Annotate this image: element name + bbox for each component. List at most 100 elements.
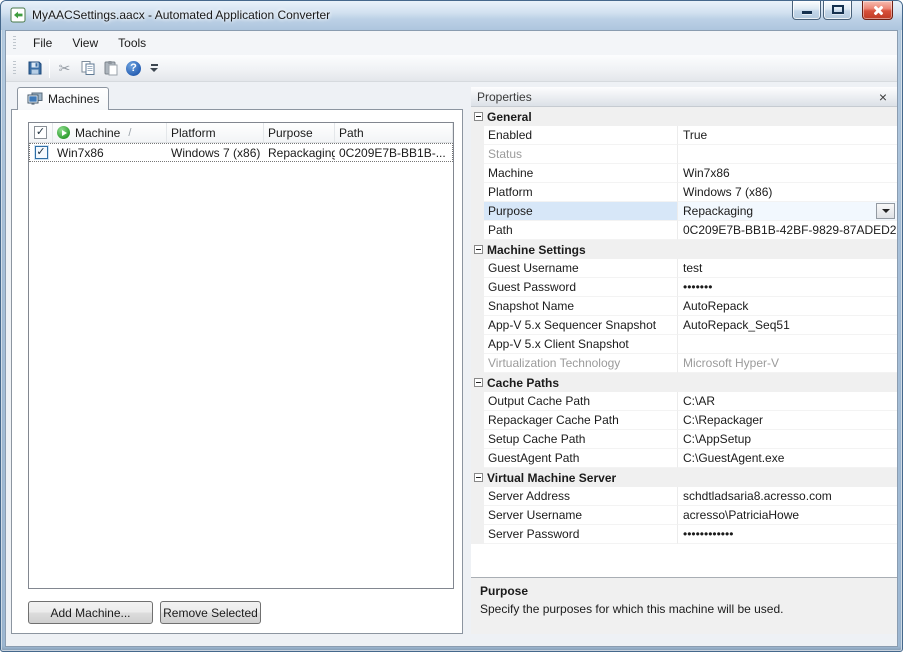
cut-button[interactable]: ✂ <box>53 57 76 79</box>
column-header-purpose[interactable]: Purpose <box>264 123 335 142</box>
property-value[interactable]: AutoRepack_Seq51 <box>678 316 897 335</box>
window-title: MyAACSettings.aacx - Automated Applicati… <box>32 1 330 29</box>
machines-table-body: ✓Win7x86Windows 7 (x86)Repackaging0C209E… <box>29 143 453 162</box>
add-machine-button[interactable]: Add Machine... <box>28 601 153 624</box>
property-label: Output Cache Path <box>484 392 678 411</box>
property-row[interactable]: Guest Password••••••• <box>471 278 897 297</box>
properties-title: Properties <box>477 90 532 104</box>
title-bar[interactable]: MyAACSettings.aacx - Automated Applicati… <box>1 1 902 30</box>
property-value[interactable]: ••••••• <box>678 278 897 297</box>
maximize-icon <box>832 5 844 14</box>
property-value[interactable]: True <box>678 126 897 145</box>
machine-status-icon <box>57 126 70 139</box>
property-row[interactable]: EnabledTrue <box>471 126 897 145</box>
row-checkbox[interactable]: ✓ <box>35 146 48 159</box>
toolbar-grip-handle[interactable] <box>13 61 16 76</box>
help-button[interactable]: ? <box>122 57 145 79</box>
properties-panel: Properties × GeneralEnabledTrueStatusMac… <box>471 87 897 634</box>
property-value[interactable]: C:\AppSetup <box>678 430 897 449</box>
menu-grip-handle[interactable] <box>13 36 16 51</box>
property-category[interactable]: General <box>471 107 897 126</box>
property-value[interactable]: test <box>678 259 897 278</box>
overflow-icon <box>150 68 158 72</box>
property-row[interactable]: App-V 5.x Sequencer SnapshotAutoRepack_S… <box>471 316 897 335</box>
property-label: GuestAgent Path <box>484 449 678 468</box>
property-row[interactable]: Server Password•••••••••••• <box>471 525 897 544</box>
property-value[interactable]: •••••••••••• <box>678 525 897 544</box>
maximize-button[interactable] <box>823 1 852 20</box>
property-row[interactable]: Server Addressschdtladsaria8.acresso.com <box>471 487 897 506</box>
property-row[interactable]: PlatformWindows 7 (x86) <box>471 183 897 202</box>
property-label: App-V 5.x Sequencer Snapshot <box>484 316 678 335</box>
table-row[interactable]: ✓Win7x86Windows 7 (x86)Repackaging0C209E… <box>29 143 453 162</box>
column-header-path[interactable]: Path <box>335 123 453 142</box>
collapse-icon[interactable] <box>474 378 483 387</box>
machines-button-row: Add Machine... Remove Selected <box>28 601 261 624</box>
column-header-platform[interactable]: Platform <box>167 123 264 142</box>
property-row[interactable]: Repackager Cache PathC:\Repackager <box>471 411 897 430</box>
copy-button[interactable] <box>76 57 99 79</box>
minimize-button[interactable] <box>792 1 821 20</box>
property-row[interactable]: PurposeRepackaging <box>471 202 897 221</box>
menu-view[interactable]: View <box>62 33 108 53</box>
property-value[interactable]: Windows 7 (x86) <box>678 183 897 202</box>
property-value[interactable] <box>678 145 897 164</box>
property-row[interactable]: Path0C209E7B-BB1B-42BF-9829-87ADED2E <box>471 221 897 240</box>
description-title: Purpose <box>480 584 888 598</box>
remove-selected-button[interactable]: Remove Selected <box>160 601 261 624</box>
property-label: Snapshot Name <box>484 297 678 316</box>
property-category[interactable]: Cache Paths <box>471 373 897 392</box>
main-area: Machines ✓ Machine / Platform Pu <box>6 82 897 646</box>
property-row[interactable]: Status <box>471 145 897 164</box>
cell-path: 0C209E7B-BB1B-... <box>335 143 453 162</box>
property-label: Machine <box>484 164 678 183</box>
property-value[interactable]: C:\AR <box>678 392 897 411</box>
property-value[interactable]: Microsoft Hyper-V <box>678 354 897 373</box>
cell-machine: Win7x86 <box>53 143 167 162</box>
machines-tab-page: ✓ Machine / Platform Purpose Path ✓ Win7x… <box>11 109 463 634</box>
property-category[interactable]: Virtual Machine Server <box>471 468 897 487</box>
properties-close-button[interactable]: × <box>875 89 891 105</box>
menu-tools[interactable]: Tools <box>108 33 156 53</box>
column-header-machine[interactable]: Machine / <box>53 123 167 142</box>
property-value[interactable]: Win7x86 <box>678 164 897 183</box>
property-row[interactable]: Virtualization TechnologyMicrosoft Hyper… <box>471 354 897 373</box>
property-value[interactable]: schdtladsaria8.acresso.com <box>678 487 897 506</box>
window-controls <box>790 1 893 20</box>
collapse-icon[interactable] <box>474 112 483 121</box>
property-row[interactable]: App-V 5.x Client Snapshot <box>471 335 897 354</box>
property-label: Guest Username <box>484 259 678 278</box>
property-label: Enabled <box>484 126 678 145</box>
property-value[interactable] <box>678 335 897 354</box>
property-row[interactable]: GuestAgent PathC:\GuestAgent.exe <box>471 449 897 468</box>
tab-machines[interactable]: Machines <box>17 87 109 110</box>
property-description: Purpose Specify the purposes for which t… <box>471 577 897 634</box>
cut-icon: ✂ <box>59 60 71 77</box>
toolbar-overflow-button[interactable] <box>147 57 161 79</box>
save-button[interactable] <box>23 57 46 79</box>
property-row[interactable]: MachineWin7x86 <box>471 164 897 183</box>
property-row[interactable]: Output Cache PathC:\AR <box>471 392 897 411</box>
property-value[interactable]: AutoRepack <box>678 297 897 316</box>
property-row[interactable]: Snapshot NameAutoRepack <box>471 297 897 316</box>
select-all-checkbox[interactable]: ✓ <box>34 126 47 139</box>
property-value[interactable]: Repackaging <box>678 202 897 221</box>
property-row[interactable]: Setup Cache PathC:\AppSetup <box>471 430 897 449</box>
window: MyAACSettings.aacx - Automated Applicati… <box>0 0 903 652</box>
paste-button[interactable] <box>99 57 122 79</box>
property-value[interactable]: C:\Repackager <box>678 411 897 430</box>
collapse-icon[interactable] <box>474 245 483 254</box>
property-label: Virtualization Technology <box>484 354 678 373</box>
property-category[interactable]: Machine Settings <box>471 240 897 259</box>
property-row[interactable]: Server Usernameacresso\PatriciaHowe <box>471 506 897 525</box>
collapse-icon[interactable] <box>474 473 483 482</box>
property-grid: GeneralEnabledTrueStatusMachineWin7x86Pl… <box>471 107 897 577</box>
property-value[interactable]: acresso\PatriciaHowe <box>678 506 897 525</box>
property-value[interactable]: 0C209E7B-BB1B-42BF-9829-87ADED2E <box>678 221 897 240</box>
row-checkbox-cell: ✓ <box>29 143 53 162</box>
dropdown-button[interactable] <box>876 203 895 219</box>
property-row[interactable]: Guest Usernametest <box>471 259 897 278</box>
close-button[interactable] <box>862 1 893 20</box>
menu-file[interactable]: File <box>23 33 62 53</box>
property-value[interactable]: C:\GuestAgent.exe <box>678 449 897 468</box>
